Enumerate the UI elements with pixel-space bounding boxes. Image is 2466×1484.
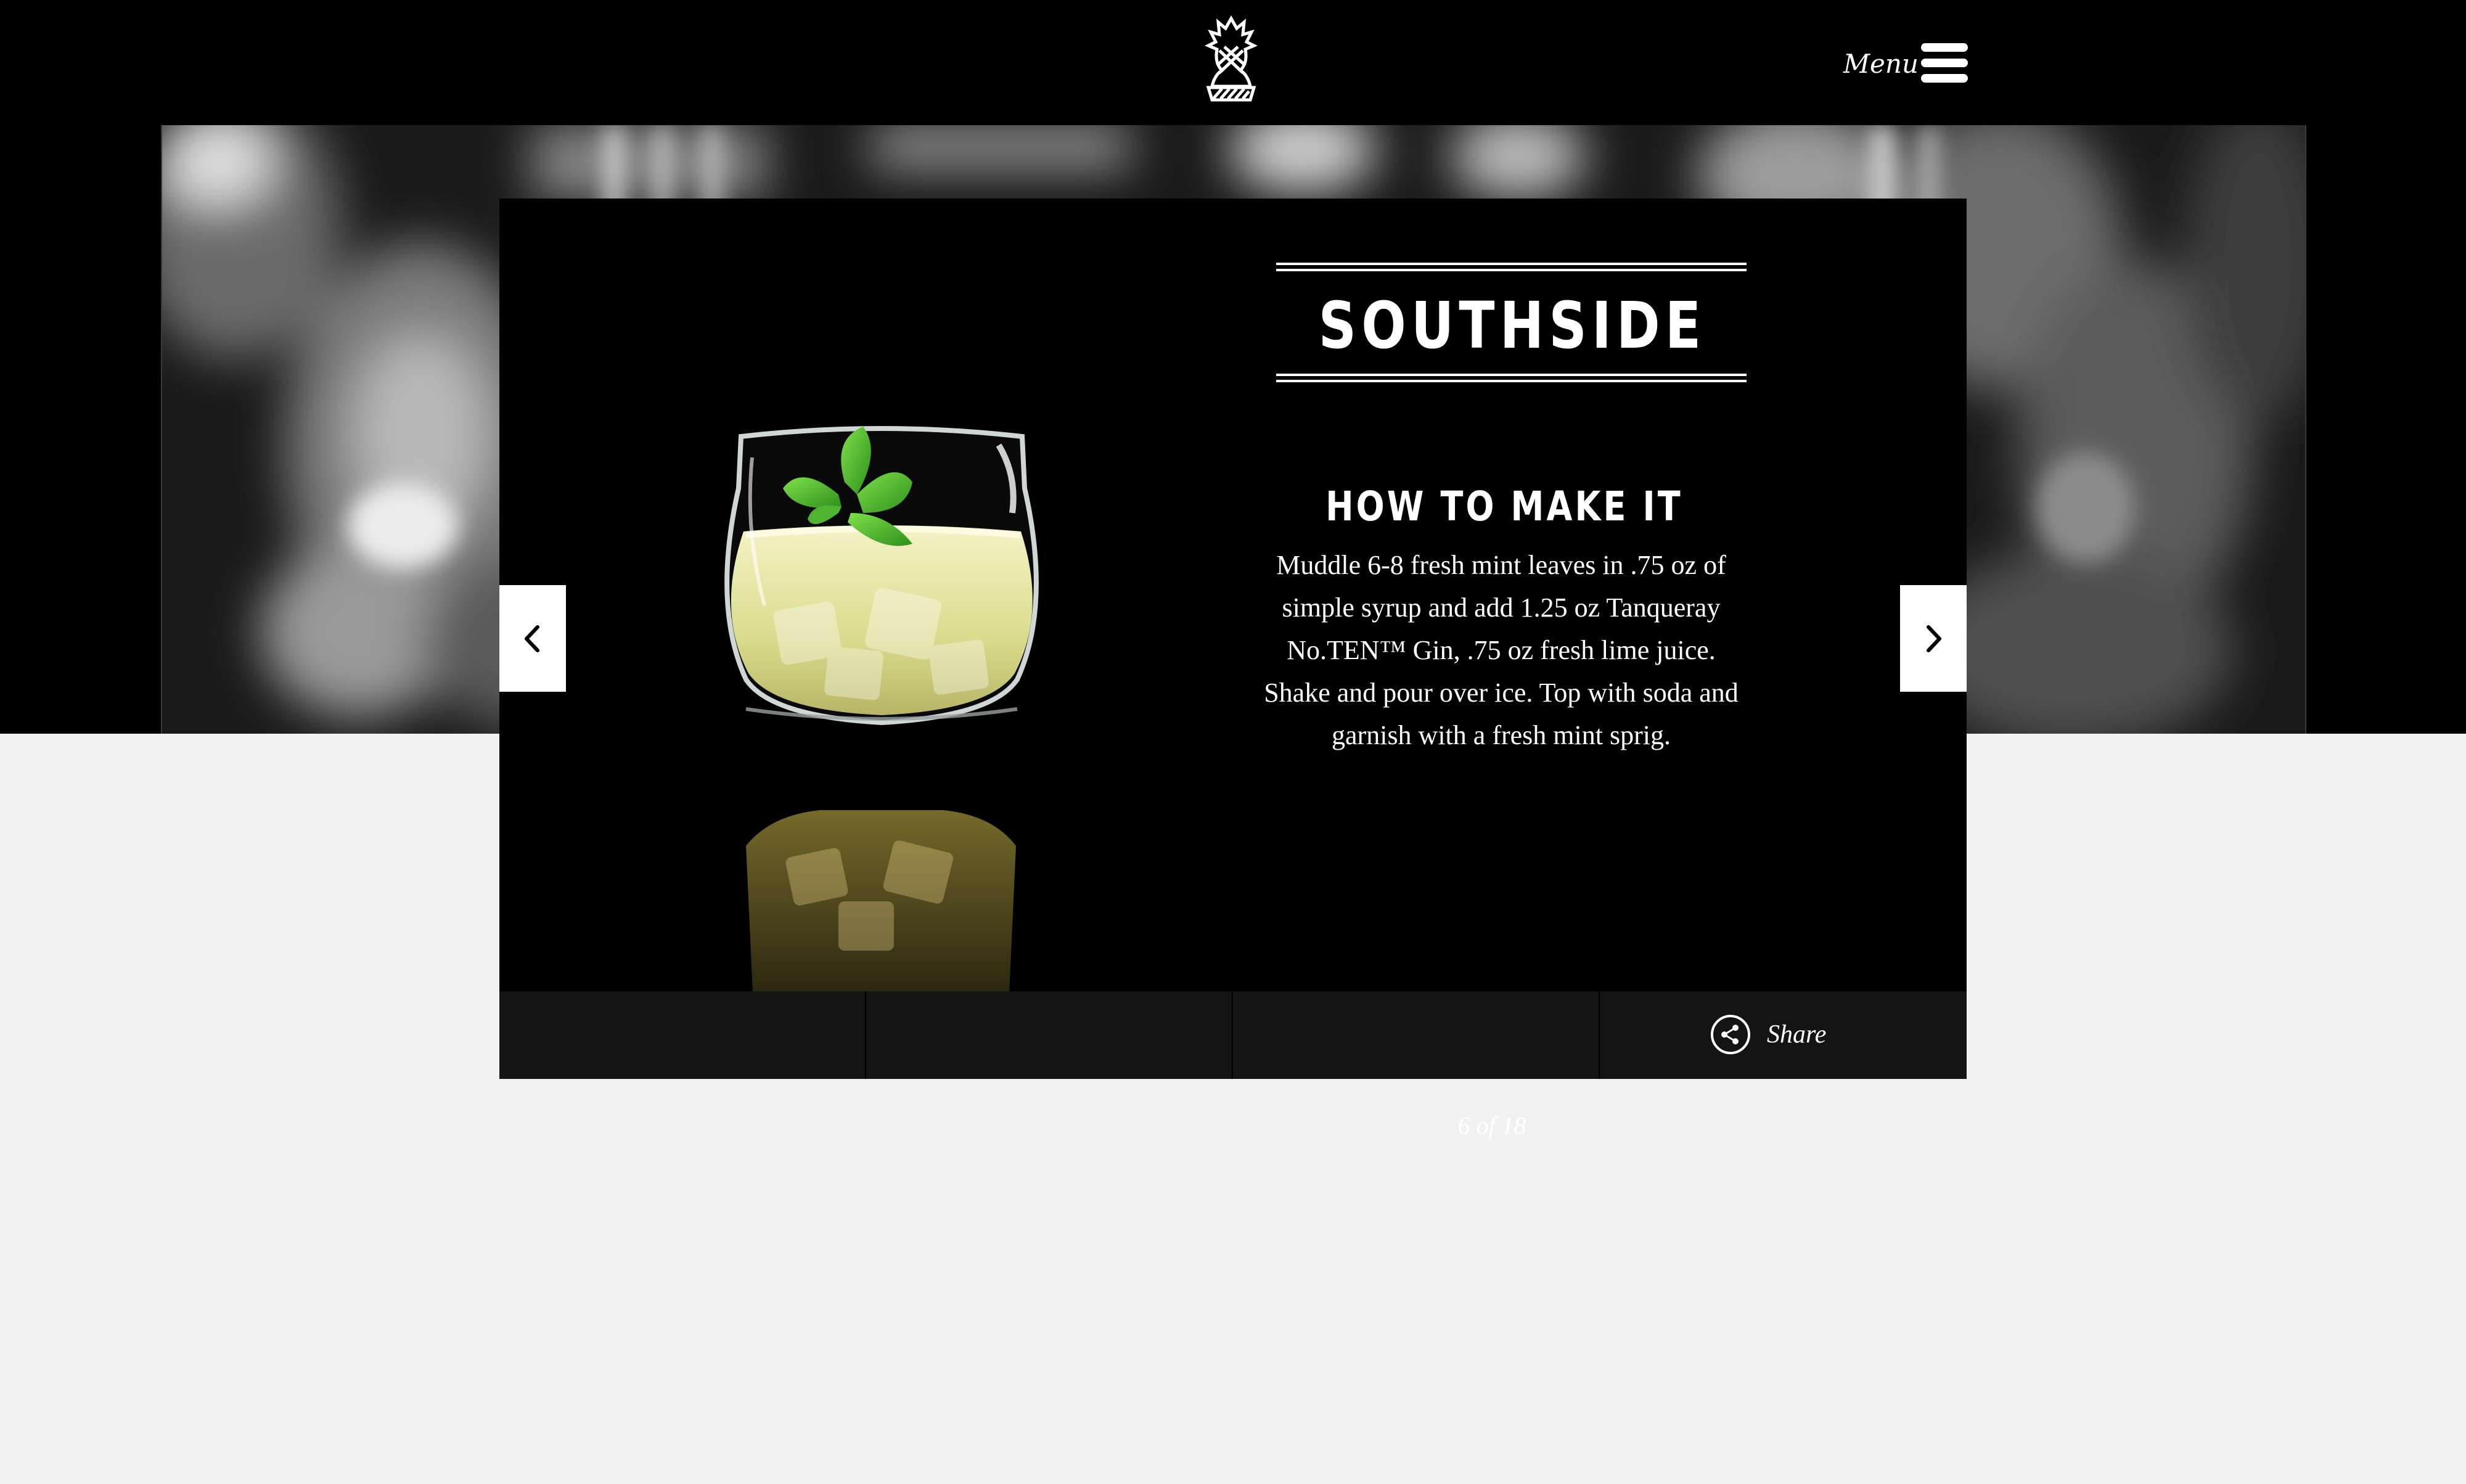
- cocktail-image: [724, 426, 1039, 991]
- next-button[interactable]: [1900, 585, 1967, 692]
- footer-cell: [1233, 991, 1600, 1079]
- menu-label[interactable]: Menu: [1843, 47, 1919, 81]
- title-rule-top: [1276, 263, 1747, 265]
- previous-button[interactable]: [499, 585, 566, 692]
- slide-counter: 6 of 18: [1457, 1112, 1526, 1139]
- recipe-title-block: SOUTHSIDE: [1276, 263, 1747, 382]
- hamburger-menu-icon[interactable]: [1921, 43, 1968, 83]
- title-rule-bottom: [1276, 374, 1747, 376]
- title-rule-top-2: [1276, 269, 1747, 271]
- footer-cell: [499, 991, 866, 1079]
- section-heading: HOW TO MAKE IT: [1325, 483, 1683, 530]
- tanqueray-crest-icon[interactable]: [1190, 14, 1273, 106]
- chevron-right-icon: [1927, 625, 1941, 652]
- recipe-card: SOUTHSIDE HOW TO MAKE IT Muddle 6-8 fres…: [499, 199, 1967, 1139]
- share-icon[interactable]: [1710, 1014, 1751, 1055]
- page: Menu SOUTHSIDE HOW TO MAKE IT Muddle 6-8…: [0, 0, 2466, 1484]
- footer-cell: [866, 991, 1233, 1079]
- recipe-instructions: Muddle 6-8 fresh mint leaves in .75 oz o…: [1264, 550, 1739, 750]
- chevron-left-icon: [525, 625, 539, 652]
- share-label[interactable]: Share: [1767, 1017, 1826, 1052]
- title-rule-bottom-2: [1276, 380, 1747, 382]
- recipe-title: SOUTHSIDE: [1318, 288, 1706, 363]
- site-header: Menu: [0, 0, 2466, 125]
